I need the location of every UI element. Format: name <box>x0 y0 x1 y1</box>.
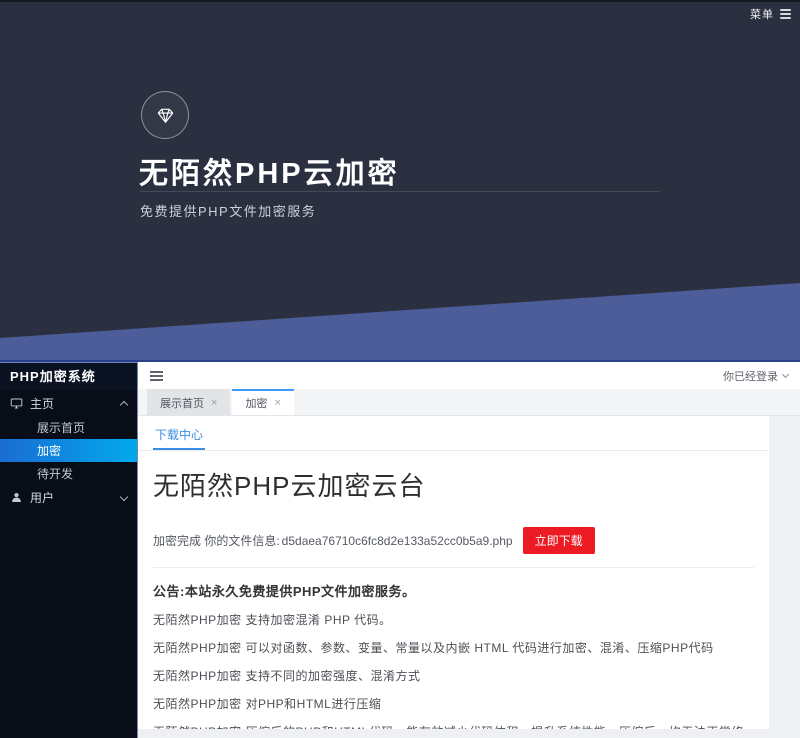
sidebar-item-label: 待开发 <box>37 465 73 482</box>
sidebar-brand: PHP加密系统 <box>0 363 137 391</box>
login-status-dropdown[interactable]: 你已经登录 <box>723 368 788 384</box>
announcement-line: 无陌然PHP加密 支持不同的加密强度、混淆方式 <box>153 667 754 684</box>
hero-title: 无陌然PHP云加密 <box>139 150 400 192</box>
file-info-row: 加密完成 你的文件信息: d5daea76710c6fc8d2e133a52cc… <box>153 527 769 554</box>
sidebar-item-label: 加密 <box>37 442 61 459</box>
announcement-line: 无陌然PHP加密 压缩后的PHP和HTML代码，能有效减少代码体积，提升系统性能… <box>153 723 754 729</box>
file-name: d5daea76710c6fc8d2e133a52cc0b5a9.php <box>282 534 513 548</box>
announcement-line: 无陌然PHP加密 支持加密混淆 PHP 代码。 <box>153 611 754 628</box>
hamburger-icon <box>780 9 791 19</box>
top-edge-line <box>0 0 800 2</box>
tab-label: 展示首页 <box>160 395 204 411</box>
admin-panel: PHP加密系统 主页 展示首页 加密 待开发 用户 <box>0 362 800 738</box>
chevron-up-icon <box>120 401 128 409</box>
tab-encrypt[interactable]: 加密 × <box>232 389 293 415</box>
subtab-strip: 下载中心 <box>138 424 769 451</box>
close-icon[interactable]: × <box>274 398 280 409</box>
sidebar-item-home[interactable]: 主页 <box>0 391 137 416</box>
announcement-line: 无陌然PHP加密 对PHP和HTML进行压缩 <box>153 695 754 712</box>
file-status-text: 加密完成 你的文件信息: <box>153 532 280 549</box>
main-area: 你已经登录 展示首页 × 加密 × 下载中心 无陌然PHP云加密云台 加密 <box>138 362 800 738</box>
sidebar-item-showcase[interactable]: 展示首页 <box>0 416 137 439</box>
divider <box>153 567 754 568</box>
hero-section: 菜单 无陌然PHP云加密 免费提供PHP文件加密服务 <box>0 0 800 362</box>
announcement-section: 公告:本站永久免费提供PHP文件加密服务。 无陌然PHP加密 支持加密混淆 PH… <box>153 581 754 729</box>
sidebar: PHP加密系统 主页 展示首页 加密 待开发 用户 <box>0 362 138 738</box>
tab-showcase[interactable]: 展示首页 × <box>147 389 230 415</box>
menu-button[interactable]: 菜单 <box>750 6 791 22</box>
page-title: 无陌然PHP云加密云台 <box>153 466 769 503</box>
hero-bottom-line <box>0 360 800 362</box>
content-wrapper: 下载中心 无陌然PHP云加密云台 加密完成 你的文件信息: d5daea7671… <box>138 416 800 738</box>
sidebar-item-todo[interactable]: 待开发 <box>0 462 137 485</box>
tab-bar: 展示首页 × 加密 × <box>138 389 800 416</box>
hero-subtitle: 免费提供PHP文件加密服务 <box>140 201 316 220</box>
desktop-icon <box>10 397 23 410</box>
menu-button-label: 菜单 <box>750 6 774 22</box>
content-card: 下载中心 无陌然PHP云加密云台 加密完成 你的文件信息: d5daea7671… <box>138 416 769 729</box>
login-status-text: 你已经登录 <box>723 368 778 384</box>
download-button[interactable]: 立即下载 <box>523 527 595 554</box>
close-icon[interactable]: × <box>211 398 217 409</box>
sidebar-item-label: 用户 <box>30 489 54 506</box>
sidebar-item-user[interactable]: 用户 <box>0 485 137 510</box>
tab-label: 加密 <box>245 395 267 411</box>
topbar: 你已经登录 <box>138 362 800 389</box>
sidebar-item-encrypt[interactable]: 加密 <box>0 439 137 462</box>
diagonal-band <box>0 0 800 362</box>
announcement-title: 公告:本站永久免费提供PHP文件加密服务。 <box>153 581 754 600</box>
sidebar-item-label: 展示首页 <box>37 419 85 436</box>
diamond-icon <box>154 104 177 127</box>
chevron-down-icon <box>782 371 789 378</box>
subtab-download-center[interactable]: 下载中心 <box>153 424 205 450</box>
sidebar-toggle-icon[interactable] <box>150 371 163 381</box>
sidebar-item-label: 主页 <box>30 395 54 412</box>
announcement-line: 无陌然PHP加密 可以对函数、参数、变量、常量以及内嵌 HTML 代码进行加密、… <box>153 639 754 656</box>
chevron-down-icon <box>120 492 128 500</box>
logo-circle <box>141 91 189 139</box>
hero-divider <box>140 191 660 192</box>
user-icon <box>10 491 23 504</box>
